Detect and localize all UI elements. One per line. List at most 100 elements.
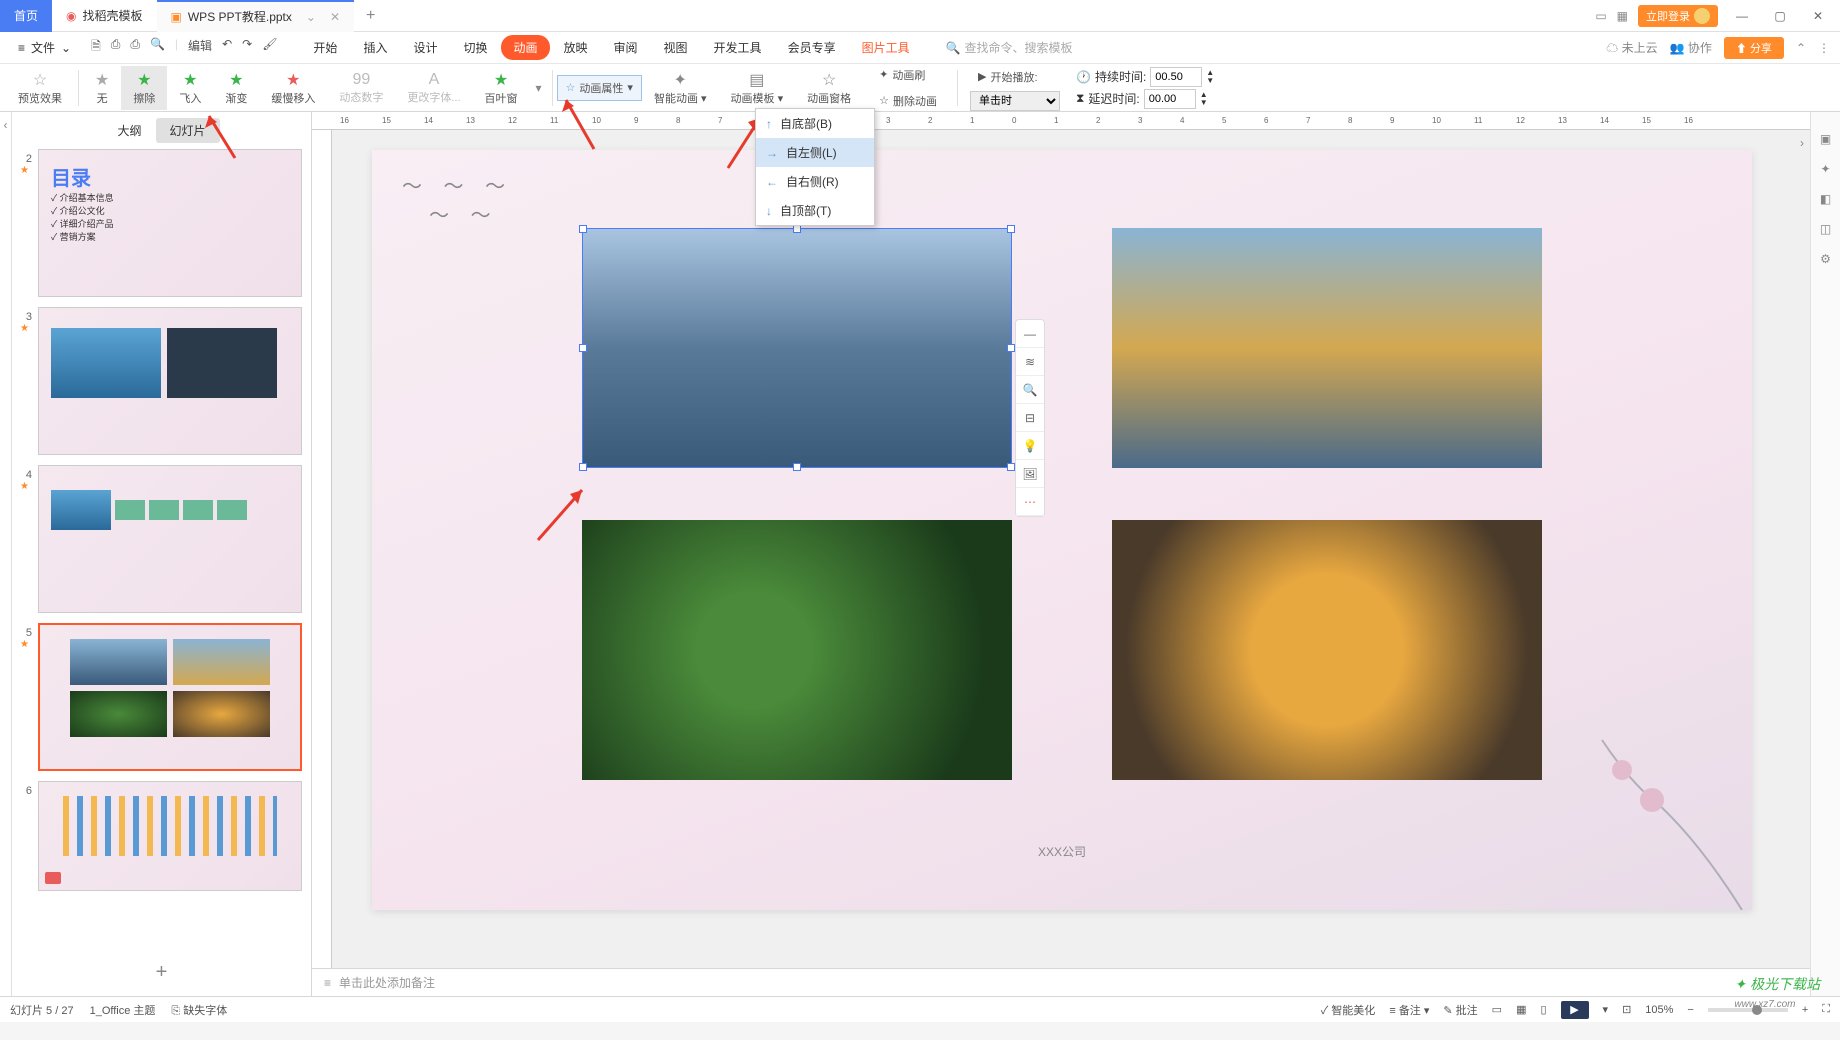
print-icon[interactable]: ⎙ [130,37,140,58]
more-icon[interactable]: ⋮ [1818,41,1830,55]
login-button[interactable]: 立即登录 [1638,5,1718,27]
share-button[interactable]: ⬆ 分享 [1724,37,1784,59]
layers-icon[interactable]: ≋ [1016,348,1044,376]
collapse-icon[interactable]: — [1016,320,1044,348]
resize-handle[interactable] [579,463,587,471]
view-reading-icon[interactable]: ▯ [1540,1003,1546,1016]
image-4[interactable] [1112,520,1542,780]
dir-left[interactable]: →自左侧(L) [756,138,874,167]
tab-start[interactable]: 开始 [301,35,349,60]
preview-effect[interactable]: ☆ 预览效果 [6,66,74,110]
resize-handle[interactable] [579,344,587,352]
tab-member[interactable]: 会员专享 [776,35,848,60]
anim-flyin[interactable]: ★ 飞入 [167,66,213,110]
dropdown-icon[interactable]: ⌄ [306,10,316,24]
cloud-status[interactable]: ☁ 未上云 [1606,39,1657,56]
anim-wipe[interactable]: ★ 擦除 [121,66,167,110]
tab-view[interactable]: 视图 [652,35,700,60]
dir-bottom[interactable]: ↑自底部(B) [756,109,874,138]
collapse-panel[interactable]: ‹ [0,112,12,996]
trigger-select[interactable]: 单击时 [970,91,1060,111]
collab-button[interactable]: 👥 协作 [1670,39,1712,56]
rail-select-icon[interactable]: ▣ [1820,132,1831,146]
tab-animation[interactable]: 动画 [501,35,549,60]
tab-dev[interactable]: 开发工具 [702,35,774,60]
preview-icon[interactable]: 🔍 [150,37,165,58]
file-menu[interactable]: ≡ 文件 ⌄ [10,39,79,56]
edit-label[interactable]: 编辑 [188,37,212,58]
duration-input[interactable] [1150,67,1202,87]
anim-property[interactable]: ☆ 动画属性 ▾ [557,75,642,101]
tab-review[interactable]: 审阅 [602,35,650,60]
anim-none[interactable]: ★ 无 [83,66,121,110]
pdf-icon[interactable]: 🗎 [91,37,101,58]
expand-icon[interactable]: ⛶ [1822,1003,1830,1016]
anim-slow[interactable]: ★ 缓慢移入 [259,66,327,110]
smart-anim[interactable]: ✦ 智能动画 ▾ [642,66,719,110]
resize-handle[interactable] [579,225,587,233]
image-2[interactable] [1112,228,1542,468]
minimize-button[interactable]: — [1728,2,1756,30]
redo-icon[interactable]: ↷ [242,37,252,58]
idea-icon[interactable]: 💡 [1016,432,1044,460]
thumbnail-4[interactable] [38,465,302,613]
notes-toggle[interactable]: ≡ 备注 ▾ [1389,1002,1429,1018]
collapse-right-icon[interactable]: › [1800,136,1804,150]
fit-icon[interactable]: ⊡ [1622,1003,1631,1016]
view-sorter-icon[interactable]: ▦ [1516,1003,1526,1016]
slides-tab[interactable]: 幻灯片 [156,118,220,143]
delete-anim[interactable]: ☆ 删除动画 [871,89,945,113]
resize-handle[interactable] [1007,225,1015,233]
gallery-more-icon[interactable]: ▾ [530,81,548,95]
add-tab-button[interactable]: + [354,7,387,25]
resize-handle[interactable] [793,463,801,471]
anim-brush[interactable]: ✦ 动画刷 [871,63,945,87]
layout-icon[interactable]: ▭ [1595,9,1606,23]
notes-bar[interactable]: ≡ 单击此处添加备注 [312,968,1810,996]
tab-home[interactable]: 首页 [0,0,52,32]
zoom-out-icon[interactable]: − [1687,1004,1693,1016]
anim-fade[interactable]: ★ 渐变 [213,66,259,110]
close-tab-icon[interactable]: ✕ [330,10,340,24]
image-icon[interactable]: 🖼 [1016,460,1044,488]
rail-shape-icon[interactable]: ◧ [1820,192,1831,206]
smart-beautify[interactable]: ✓ 智能美化 [1321,1002,1376,1018]
undo-icon[interactable]: ↶ [222,37,232,58]
zoom-icon[interactable]: 🔍 [1016,376,1044,404]
resize-handle[interactable] [1007,463,1015,471]
thumbnail-3[interactable] [38,307,302,455]
crop-icon[interactable]: ⊟ [1016,404,1044,432]
resize-handle[interactable] [793,225,801,233]
anim-blinds[interactable]: ★ 百叶窗 [473,66,530,110]
export-icon[interactable]: ⎙ [111,37,121,58]
dir-right[interactable]: ←自右侧(R) [756,167,874,196]
slideshow-button[interactable]: ▶ [1561,1001,1589,1019]
thumbnail-5[interactable] [38,623,302,771]
slide-stage[interactable]: 〜 〜 〜 〜 〜 — ≋ 🔍 [332,130,1810,968]
thumbnail-2[interactable]: 目录 ✓ 介绍基本信息 ✓ 介绍公文化 ✓ 详细介绍产品 ✓ 营销方案 [38,149,302,297]
spinner-icon[interactable]: ▲▼ [1200,91,1208,107]
rail-settings-icon[interactable]: ⚙ [1820,252,1831,266]
thumbnail-6[interactable] [38,781,302,891]
anim-pane[interactable]: ☆ 动画窗格 [795,66,863,110]
more-icon[interactable]: ⋯ [1016,488,1044,516]
tab-transition[interactable]: 切换 [451,35,499,60]
resize-handle[interactable] [1007,344,1015,352]
zoom-level[interactable]: 105% [1645,1004,1673,1016]
rail-style-icon[interactable]: ✦ [1820,162,1830,176]
spinner-icon[interactable]: ▲▼ [1206,69,1214,85]
grid-icon[interactable]: ▦ [1617,9,1628,23]
comments-toggle[interactable]: ✎ 批注 [1443,1002,1477,1018]
tab-insert[interactable]: 插入 [351,35,399,60]
tab-template[interactable]: ◉ 找稻壳模板 [52,0,157,32]
image-selected[interactable]: — ≋ 🔍 ⊟ 💡 🖼 ⋯ [582,228,1012,468]
tab-picturetools[interactable]: 图片工具 [850,35,922,60]
chevron-down-icon[interactable]: ▾ [1603,1003,1609,1016]
missing-font[interactable]: ⎘ 缺失字体 [171,1002,227,1018]
brush-icon[interactable]: 🖌 [262,37,277,58]
tab-design[interactable]: 设计 [401,35,449,60]
maximize-button[interactable]: ▢ [1766,2,1794,30]
collapse-icon[interactable]: ⌃ [1796,41,1806,55]
image-3[interactable] [582,520,1012,780]
dir-top[interactable]: ↓自顶部(T) [756,196,874,225]
